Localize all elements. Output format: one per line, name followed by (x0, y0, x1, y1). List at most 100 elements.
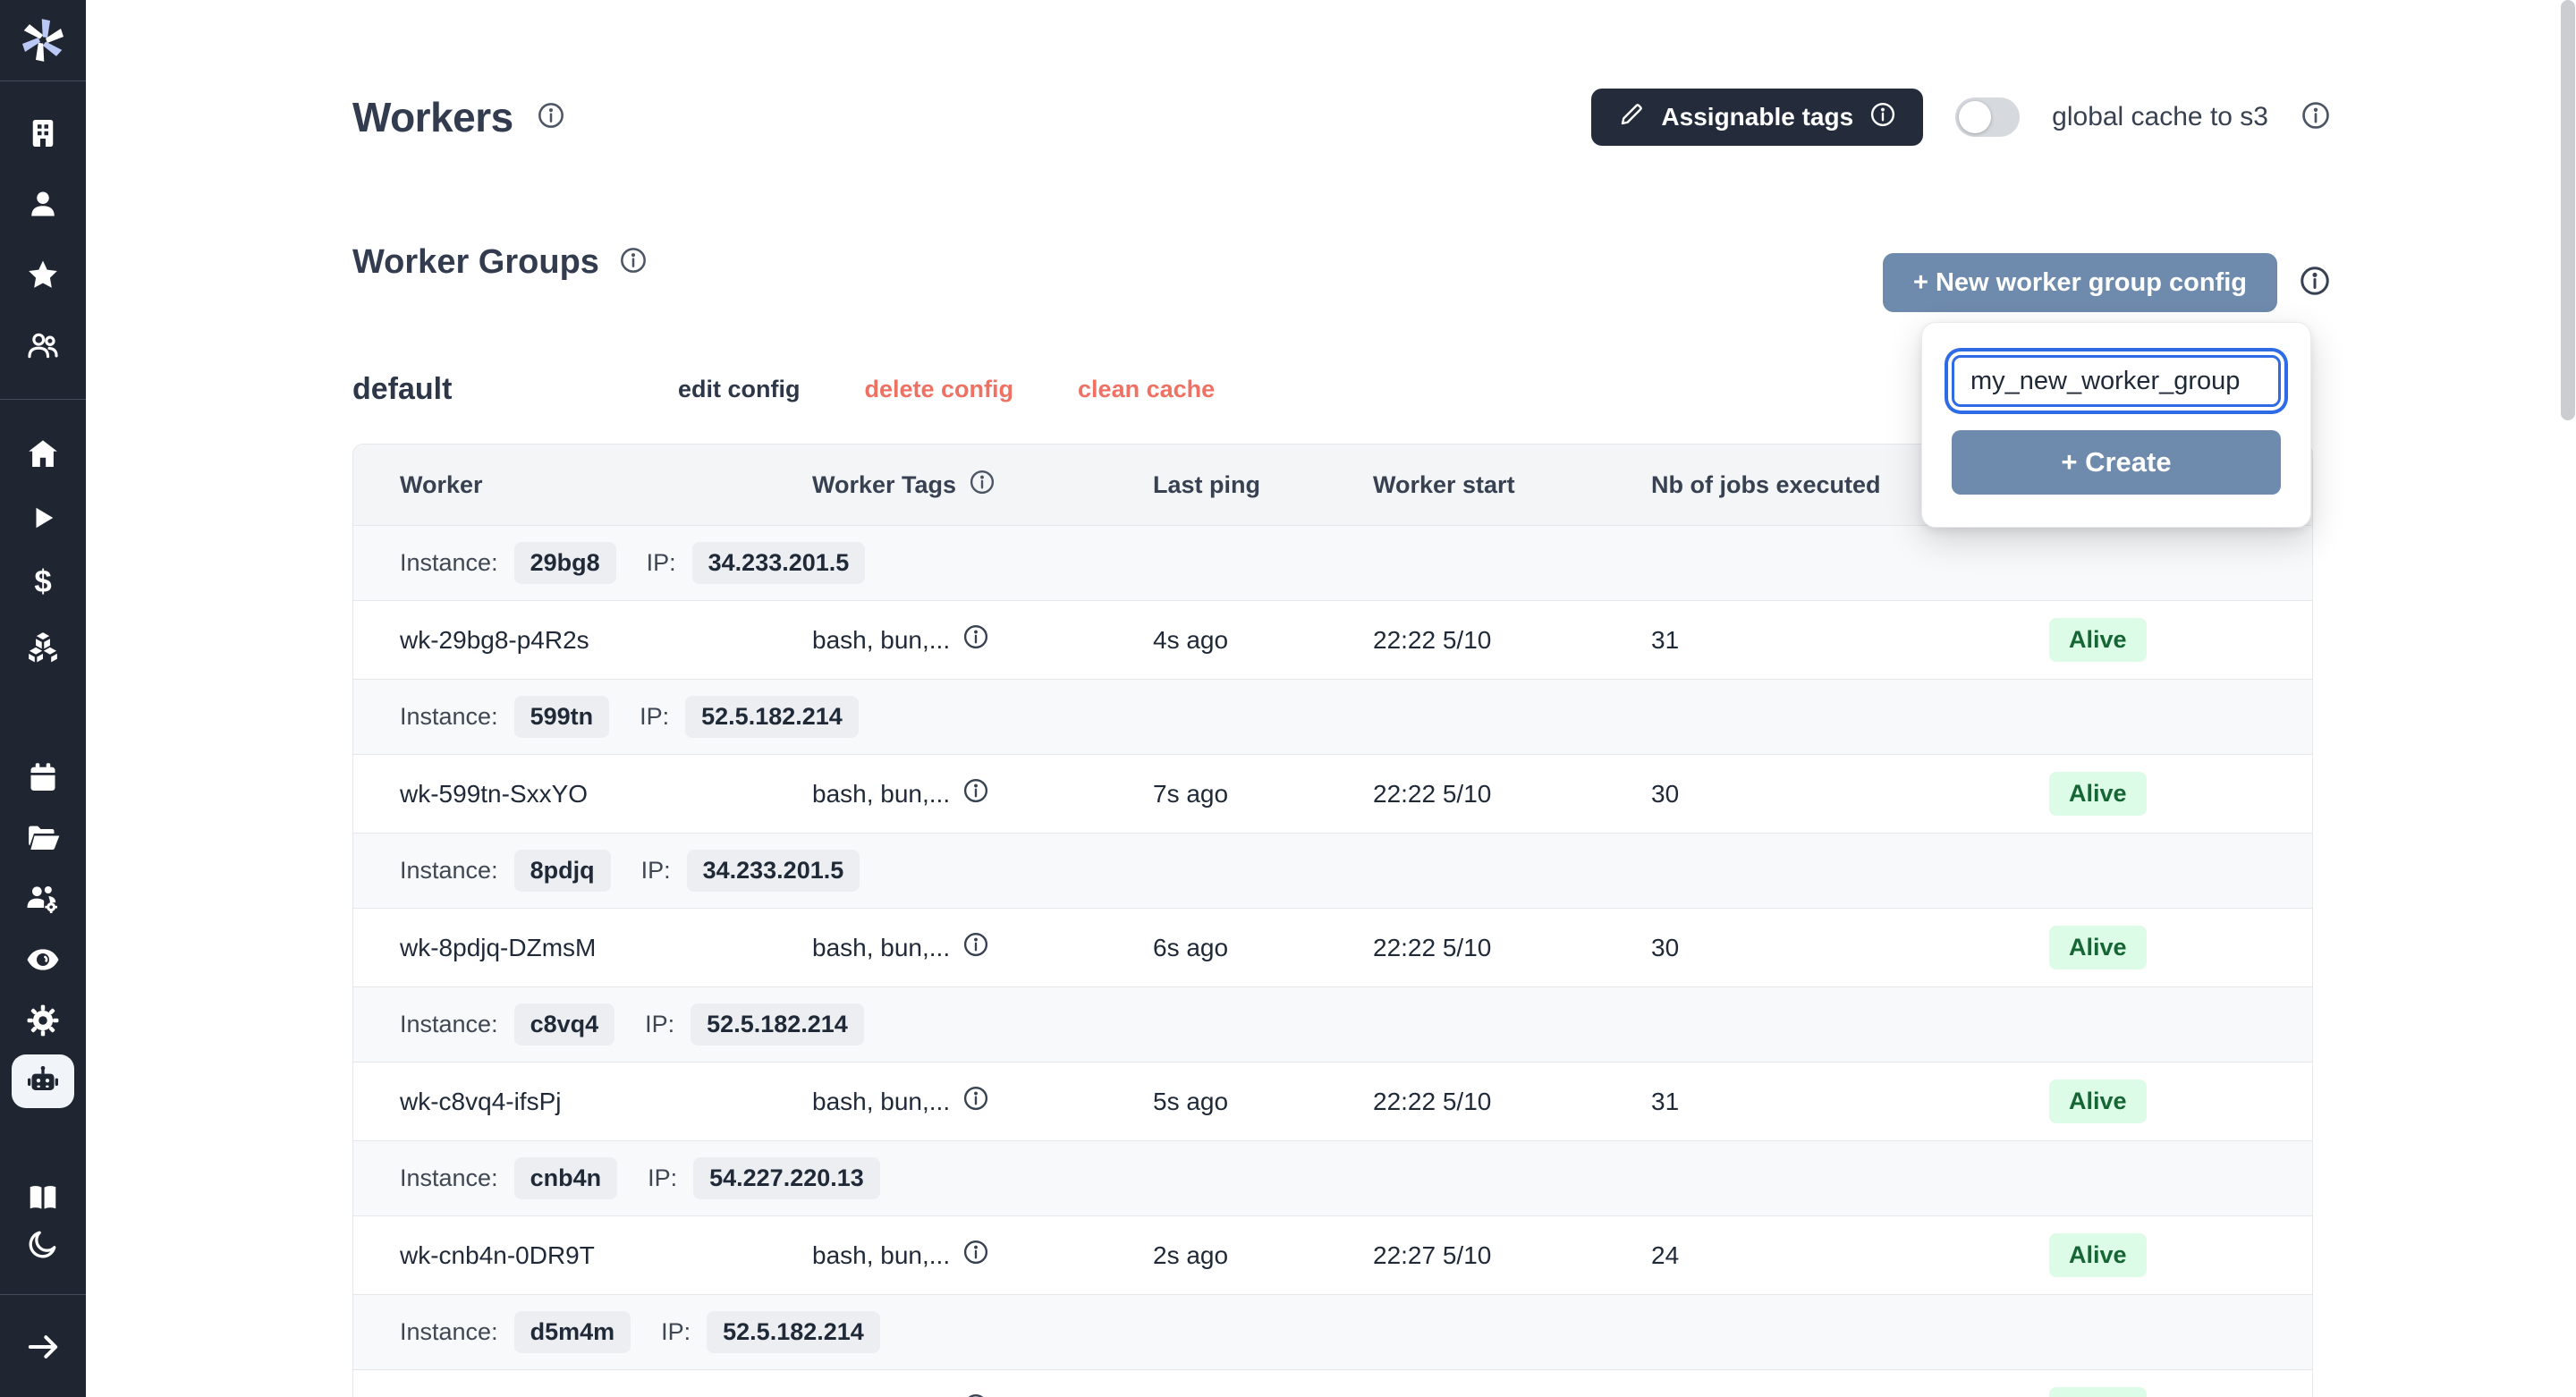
worker-name: wk-c8vq4-ifsPj (400, 1088, 812, 1116)
worker-start: 22:22 5/10 (1373, 626, 1651, 655)
instance-row: Instance: 599tn IP: 52.5.182.214 (353, 679, 2312, 754)
instance-id-badge: cnb4n (514, 1157, 618, 1199)
worker-jobs: 24 (1651, 1241, 2026, 1270)
instance-id-badge: d5m4m (514, 1311, 631, 1353)
workers-info-icon[interactable] (537, 101, 565, 134)
workers-table: Worker Worker Tags Last ping Worker star… (352, 444, 2313, 1397)
sidebar-item-variables[interactable]: $ (0, 554, 86, 611)
ip-label: IP: (661, 1318, 691, 1346)
worker-tags-row-info-icon[interactable] (962, 623, 989, 656)
windmill-logo-icon (22, 17, 64, 64)
worker-jobs: 30 (1651, 934, 2026, 962)
worker-last-ping: 5s ago (1153, 1088, 1373, 1116)
worker-groups-info-icon[interactable] (619, 246, 648, 279)
instance-id-badge: 599tn (514, 696, 610, 738)
worker-tags-row-info-icon[interactable] (962, 777, 989, 810)
page-scrollbar[interactable] (2560, 0, 2576, 1397)
assignable-tags-button[interactable]: Assignable tags (1591, 89, 1923, 146)
worker-start: 22:27 5/10 (1373, 1241, 1651, 1270)
clean-cache-link[interactable]: clean cache (1078, 376, 1215, 403)
sidebar-item-folders[interactable] (0, 809, 86, 867)
sidebar-expand[interactable] (0, 1318, 86, 1376)
sidebar-item-workers[interactable] (0, 1053, 86, 1110)
edit-config-link[interactable]: edit config (678, 376, 801, 403)
star-icon (26, 258, 60, 292)
worker-tags-row-info-icon[interactable] (962, 931, 989, 964)
worker-name: wk-cnb4n-0DR9T (400, 1241, 812, 1270)
worker-row: wk-c8vq4-ifsPj bash, bun,... 5s ago 22:2… (353, 1062, 2312, 1140)
svg-text:$: $ (34, 565, 51, 599)
worker-start: 22:22 5/10 (1373, 780, 1651, 809)
worker-row: wk-d5m4m-XjtUw bash, bun,... 5s ago 22:2… (353, 1369, 2312, 1397)
sidebar-item-groups[interactable] (0, 317, 86, 374)
sidebar-item-user[interactable] (0, 175, 86, 233)
new-worker-group-popover: + Create (1921, 322, 2311, 528)
sidebar-item-docs[interactable] (0, 1174, 86, 1221)
cubes-icon (26, 630, 60, 664)
sidebar-item-dark-mode[interactable] (0, 1221, 86, 1267)
status-badge: Alive (2049, 1387, 2147, 1397)
scrollbar-thumb[interactable] (2561, 0, 2575, 420)
delete-config-link[interactable]: delete config (865, 376, 1014, 403)
worker-tags-row-info-icon[interactable] (962, 1239, 989, 1272)
instance-id-badge: 29bg8 (514, 542, 616, 584)
windmill-logo[interactable] (0, 0, 86, 80)
worker-tags: bash, bun,... (812, 1088, 950, 1116)
sidebar-item-favorites[interactable] (0, 246, 86, 303)
sidebar-item-workspace[interactable] (0, 105, 86, 162)
sidebar-item-audit-logs[interactable] (0, 931, 86, 988)
assignable-tags-label: Assignable tags (1661, 103, 1853, 131)
ip-label: IP: (641, 857, 671, 885)
instance-ip-badge: 54.227.220.13 (693, 1157, 880, 1199)
instance-label: Instance: (400, 1318, 498, 1346)
instance-row: Instance: cnb4n IP: 54.227.220.13 (353, 1140, 2312, 1215)
worker-last-ping: 7s ago (1153, 780, 1373, 809)
instance-ip-badge: 34.233.201.5 (692, 542, 866, 584)
status-badge: Alive (2049, 926, 2147, 969)
worker-tags-row-info-icon[interactable] (962, 1085, 989, 1118)
instance-label: Instance: (400, 549, 498, 577)
instance-label: Instance: (400, 1011, 498, 1038)
col-header-worker-tags: Worker Tags (812, 471, 956, 499)
worker-start: 22:22 5/10 (1373, 934, 1651, 962)
new-worker-group-config-button[interactable]: + New worker group config (1883, 253, 2277, 312)
users-gear-icon (25, 881, 61, 917)
instance-id-badge: c8vq4 (514, 1003, 615, 1046)
sidebar-divider (0, 1294, 86, 1295)
book-open-icon (26, 1181, 60, 1215)
status-badge: Alive (2049, 1233, 2147, 1277)
worker-jobs: 31 (1651, 1088, 2026, 1116)
instance-row: Instance: d5m4m IP: 52.5.182.214 (353, 1294, 2312, 1369)
moon-icon (27, 1228, 59, 1260)
active-nav-pill (12, 1054, 74, 1108)
worker-last-ping: 2s ago (1153, 1241, 1373, 1270)
global-cache-info-icon[interactable] (2301, 100, 2331, 135)
user-group-icon (26, 328, 60, 362)
sidebar-item-schedules[interactable] (0, 749, 86, 806)
arrow-right-icon (25, 1329, 61, 1365)
create-worker-group-button[interactable]: + Create (1952, 430, 2281, 495)
home-icon (26, 436, 60, 470)
status-badge: Alive (2049, 1080, 2147, 1123)
worker-tags-info-icon[interactable] (969, 469, 996, 502)
worker-table-body: Instance: 29bg8 IP: 34.233.201.5 wk-29bg… (353, 525, 2312, 1397)
col-header-worker: Worker (400, 471, 812, 499)
sidebar-item-workers-admins[interactable] (0, 870, 86, 927)
global-cache-toggle[interactable] (1955, 97, 2020, 137)
sidebar-item-home[interactable] (0, 425, 86, 482)
sidebar-item-resources[interactable] (0, 618, 86, 675)
instance-ip-badge: 34.233.201.5 (687, 850, 860, 892)
worker-name: wk-599tn-SxxYO (400, 780, 812, 809)
new-worker-group-info-icon[interactable] (2299, 265, 2331, 301)
sidebar-item-settings[interactable] (0, 992, 86, 1049)
worker-tags-row-info-icon[interactable] (962, 1393, 989, 1397)
worker-tags: bash, bun,... (812, 626, 950, 655)
instance-ip-badge: 52.5.182.214 (691, 1003, 864, 1046)
sidebar-divider (0, 80, 86, 81)
sidebar-item-runs[interactable] (0, 489, 86, 546)
instance-label: Instance: (400, 857, 498, 885)
user-icon (27, 188, 59, 220)
main-content: Workers Assignable tags global cache to … (86, 0, 2576, 1397)
assignable-tags-info-icon[interactable] (1869, 101, 1896, 134)
worker-group-name-input[interactable] (1952, 355, 2281, 407)
